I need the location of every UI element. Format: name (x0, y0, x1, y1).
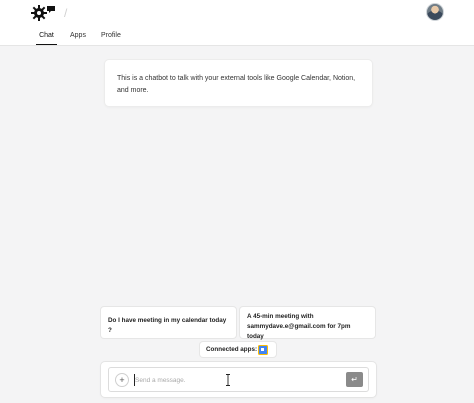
tab-apps[interactable]: Apps (70, 31, 86, 45)
text-caret (134, 374, 135, 386)
connected-apps-label: Connected apps: (206, 346, 258, 353)
composer-box: + ↵ (108, 367, 369, 392)
suggestion-text: Do I have meeting in my calendar today ? (108, 317, 227, 334)
send-button[interactable]: ↵ (346, 372, 363, 387)
ibeam-cursor-icon (226, 374, 230, 386)
breadcrumb-separator: / (64, 6, 68, 20)
message-composer: + ↵ (101, 362, 376, 397)
message-input[interactable] (135, 375, 335, 386)
logo-icon[interactable] (31, 4, 57, 22)
tab-chat[interactable]: Chat (36, 31, 57, 45)
tab-profile[interactable]: Profile (101, 31, 121, 45)
intro-message-text: This is a chatbot to talk with your exte… (117, 75, 356, 94)
avatar[interactable] (426, 3, 444, 21)
top-bar: / Chat Apps Profile (0, 0, 474, 46)
suggestion-text: A 45-min meeting with sammydave.e@gmail.… (247, 313, 351, 340)
suggestion-calendar-today[interactable]: Do I have meeting in my calendar today ? (101, 307, 236, 338)
suggestion-schedule-meeting[interactable]: A 45-min meeting with sammydave.e@gmail.… (240, 307, 375, 340)
add-attachment-button[interactable]: + (115, 373, 129, 387)
google-calendar-icon[interactable] (258, 344, 268, 355)
connected-apps: Connected apps: (200, 342, 276, 357)
intro-message: This is a chatbot to talk with your exte… (105, 60, 372, 106)
